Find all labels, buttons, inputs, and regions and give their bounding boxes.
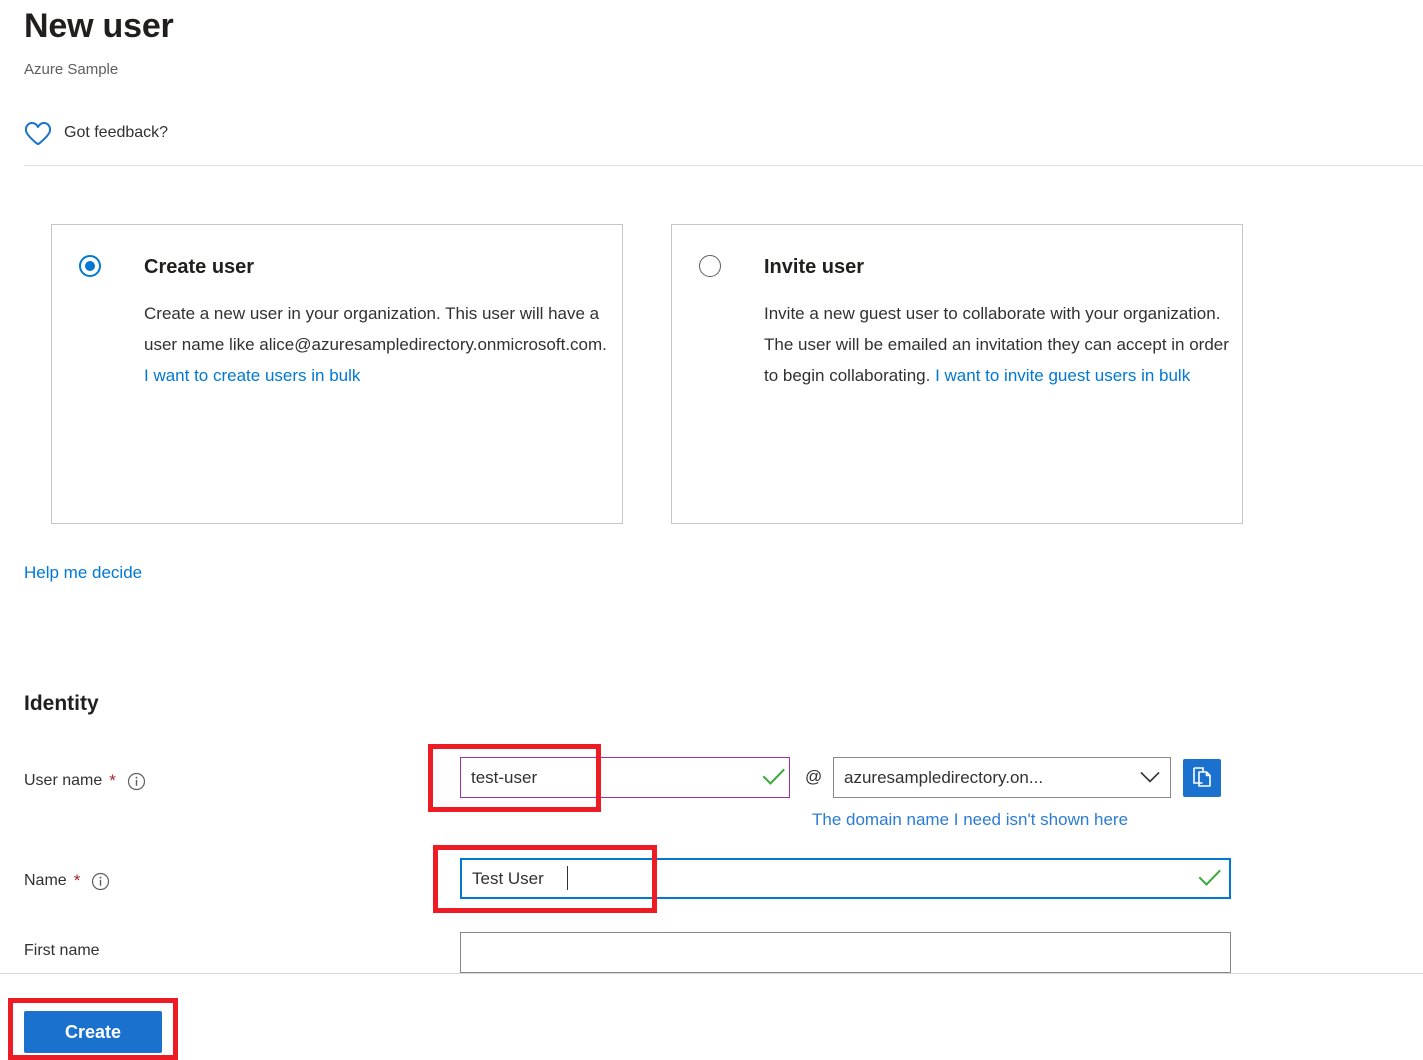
chevron-down-icon xyxy=(1140,771,1160,784)
option-card-create-user-title: Create user xyxy=(144,254,254,280)
option-card-invite-user-title: Invite user xyxy=(764,254,864,280)
user-name-required-marker: * xyxy=(109,774,116,788)
create-button[interactable]: Create xyxy=(24,1011,162,1053)
domain-dropdown-value: azuresampledirectory.on... xyxy=(844,768,1134,788)
create-users-in-bulk-link[interactable]: I want to create users in bulk xyxy=(144,366,360,385)
page-subtitle: Azure Sample xyxy=(24,60,118,80)
name-input[interactable] xyxy=(460,858,1231,899)
name-input-caret xyxy=(567,866,568,890)
footer-divider xyxy=(0,973,1423,974)
copy-icon xyxy=(1190,765,1214,792)
heart-icon xyxy=(24,121,52,146)
radio-create-user[interactable] xyxy=(79,255,101,277)
name-label-text: Name xyxy=(24,870,67,892)
name-label: Name * xyxy=(24,870,110,892)
name-required-marker: * xyxy=(74,874,81,888)
header-divider xyxy=(24,165,1423,166)
option-card-invite-user[interactable]: Invite user Invite a new guest user to c… xyxy=(671,224,1243,524)
radio-invite-user[interactable] xyxy=(699,255,721,277)
invite-guest-users-in-bulk-link[interactable]: I want to invite guest users in bulk xyxy=(935,366,1190,385)
user-name-input[interactable] xyxy=(460,757,790,798)
option-card-create-user-description-text: Create a new user in your organization. … xyxy=(144,304,607,354)
info-icon[interactable] xyxy=(127,772,146,791)
got-feedback-button[interactable]: Got feedback? xyxy=(24,115,168,151)
info-icon[interactable] xyxy=(91,872,110,891)
radio-create-user-dot xyxy=(85,261,95,271)
copy-user-name-button[interactable] xyxy=(1183,759,1221,797)
option-card-create-user-description: Create a new user in your organization. … xyxy=(144,298,614,391)
first-name-label: First name xyxy=(24,940,100,962)
first-name-label-text: First name xyxy=(24,940,100,962)
at-symbol: @ xyxy=(805,766,822,788)
user-name-label-text: User name xyxy=(24,770,102,792)
domain-dropdown[interactable]: azuresampledirectory.on... xyxy=(833,757,1171,798)
domain-name-not-shown-link[interactable]: The domain name I need isn't shown here xyxy=(812,808,1128,832)
first-name-input[interactable] xyxy=(460,932,1231,973)
identity-section-heading: Identity xyxy=(24,690,99,718)
option-card-invite-user-description: Invite a new guest user to collaborate w… xyxy=(764,298,1234,391)
page-title: New user xyxy=(24,4,174,48)
user-name-label: User name * xyxy=(24,770,146,792)
help-me-decide-link[interactable]: Help me decide xyxy=(24,561,142,585)
got-feedback-label: Got feedback? xyxy=(64,123,168,143)
option-card-create-user[interactable]: Create user Create a new user in your or… xyxy=(51,224,623,524)
